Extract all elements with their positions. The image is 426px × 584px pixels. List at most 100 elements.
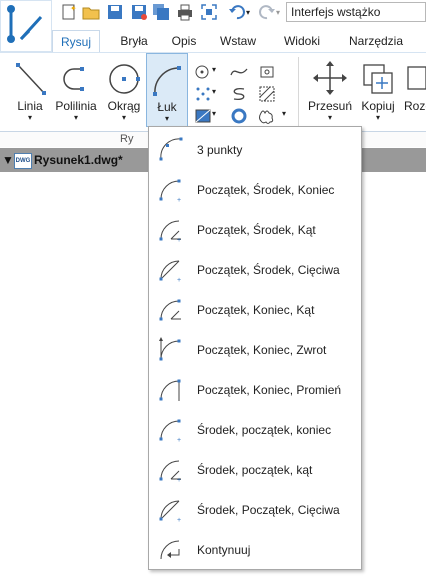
app-logo-icon bbox=[7, 5, 43, 43]
circle-button[interactable]: Okrąg ▾ bbox=[102, 53, 146, 127]
copy-label: Kopiuj bbox=[361, 99, 395, 113]
hatch-icon[interactable] bbox=[258, 85, 276, 103]
menu-item-start-center-angle[interactable]: + Początek, Środek, Kąt bbox=[149, 209, 361, 249]
svg-text:+: + bbox=[177, 477, 181, 483]
arc-center-start-angle-icon: + bbox=[159, 460, 181, 483]
menu-item-start-end-angle[interactable]: Początek, Koniec, Kąt bbox=[149, 289, 361, 329]
menu-item-label: Początek, Środek, Cięciwa bbox=[197, 263, 340, 277]
svg-text:+: + bbox=[177, 237, 181, 243]
menu-item-label: Początek, Koniec, Zwrot bbox=[197, 343, 327, 357]
polyline-label: Polilinia bbox=[55, 99, 97, 113]
menu-item-label: Środek, początek, kąt bbox=[197, 463, 313, 477]
menu-item-label: Środek, Początek, Cięciwa bbox=[197, 503, 340, 517]
copy-button[interactable]: Kopiuj ▾ bbox=[356, 53, 400, 127]
ribbon-group-label: Ry bbox=[120, 133, 134, 145]
helix-icon[interactable] bbox=[230, 85, 248, 103]
line-dropdown-icon: ▾ bbox=[27, 113, 32, 122]
ribbon-panel: Linia ▾ Polilinia ▾ Okrąg ▾ Łuk ▾ ▾ ▾ ▾ … bbox=[0, 53, 426, 131]
menu-item-label: Środek, początek, koniec bbox=[197, 423, 332, 437]
arc-start-end-direction-icon bbox=[159, 337, 181, 361]
gradient-icon[interactable] bbox=[194, 107, 212, 125]
polyline-button[interactable]: Polilinia ▾ bbox=[52, 53, 100, 127]
menu-item-label: Kontynuuj bbox=[197, 543, 251, 557]
move-label: Przesuń bbox=[307, 99, 353, 113]
search-input[interactable]: Interfejs wstążko bbox=[286, 2, 426, 22]
arc-dropdown-icon: ▾ bbox=[164, 114, 169, 123]
arc-button[interactable]: Łuk ▾ bbox=[146, 53, 188, 127]
line-button[interactable]: Linia ▾ bbox=[8, 53, 52, 127]
menu-item-3-points[interactable]: 3 punkty bbox=[149, 129, 361, 169]
polyline-dropdown-icon: ▾ bbox=[73, 113, 78, 122]
svg-text:+: + bbox=[177, 277, 181, 283]
move-button[interactable]: Przesuń ▾ bbox=[306, 53, 354, 127]
gradient-dropdown-icon[interactable]: ▾ bbox=[212, 109, 230, 127]
copy-icon bbox=[363, 64, 393, 94]
arc-continue-icon bbox=[160, 540, 180, 560]
menu-item-start-end-radius[interactable]: Początek, Koniec, Promień bbox=[149, 369, 361, 409]
arc-center-start-chord-icon: + bbox=[159, 500, 181, 523]
donut-icon[interactable] bbox=[230, 107, 248, 125]
doc-list-arrow-icon[interactable]: ▼ bbox=[2, 153, 14, 167]
zoom-extents-icon[interactable] bbox=[200, 3, 218, 21]
spline-icon[interactable] bbox=[230, 63, 248, 81]
redo-icon[interactable] bbox=[258, 3, 276, 21]
divide-dropdown-icon[interactable]: ▾ bbox=[212, 87, 230, 105]
menu-item-center-start-end[interactable]: + Środek, początek, koniec bbox=[149, 409, 361, 449]
arc-3-points-icon bbox=[159, 137, 183, 161]
polyline-icon bbox=[63, 67, 84, 91]
svg-text:+: + bbox=[177, 517, 181, 523]
undo-icon[interactable] bbox=[228, 3, 246, 21]
menu-item-label: Początek, Środek, Koniec bbox=[197, 183, 335, 197]
menu-item-start-end-direction[interactable]: Początek, Koniec, Zwrot bbox=[149, 329, 361, 369]
tab-bryla[interactable]: Bryła bbox=[112, 30, 156, 52]
arc-start-end-radius-icon bbox=[159, 379, 181, 401]
stretch-label: Roze bbox=[404, 99, 426, 113]
divide-icon[interactable] bbox=[194, 85, 212, 103]
menu-item-start-center-end[interactable]: + Początek, Środek, Koniec bbox=[149, 169, 361, 209]
line-label: Linia bbox=[17, 99, 43, 113]
stretch-button[interactable]: Roze bbox=[402, 53, 426, 127]
arc-center-start-end-icon: + bbox=[159, 419, 181, 443]
copy-dropdown-icon: ▾ bbox=[375, 113, 380, 122]
menu-item-label: 3 punkty bbox=[197, 143, 243, 157]
arc-start-center-chord-icon: + bbox=[159, 260, 181, 283]
menu-item-continue[interactable]: Kontynuuj bbox=[149, 529, 361, 569]
tab-rysuj[interactable]: Rysuj bbox=[52, 30, 100, 52]
save-as-icon[interactable] bbox=[130, 3, 148, 21]
svg-text:✦: ✦ bbox=[70, 4, 77, 13]
save-all-icon[interactable] bbox=[152, 3, 170, 21]
svg-text:+: + bbox=[177, 197, 181, 203]
circle-label: Okrąg bbox=[107, 99, 141, 113]
rectangle-icon[interactable] bbox=[258, 63, 276, 81]
tab-narzedzia[interactable]: Narzędzia bbox=[340, 30, 412, 52]
move-dropdown-icon: ▾ bbox=[327, 113, 332, 122]
tab-wstaw[interactable]: Wstaw bbox=[216, 30, 260, 52]
arc-start-center-end-icon: + bbox=[159, 179, 181, 203]
circle-icon bbox=[109, 64, 140, 94]
menu-item-label: Początek, Koniec, Kąt bbox=[197, 303, 315, 317]
tab-opis[interactable]: Opis bbox=[166, 30, 202, 52]
arc-dropdown-menu: 3 punkty + Początek, Środek, Koniec + Po… bbox=[148, 126, 362, 570]
arc-start-end-angle-icon bbox=[159, 299, 181, 321]
svg-text:+: + bbox=[177, 437, 181, 443]
arc-start-center-angle-icon: + bbox=[159, 220, 181, 243]
menu-item-start-center-chord[interactable]: + Początek, Środek, Cięciwa bbox=[149, 249, 361, 289]
line-icon bbox=[16, 63, 46, 95]
circle-dropdown-icon: ▾ bbox=[121, 113, 126, 122]
print-icon[interactable] bbox=[176, 3, 194, 21]
new-file-icon[interactable]: ✦ bbox=[60, 3, 78, 21]
document-tab-name[interactable]: Rysunek1.dwg* bbox=[34, 153, 123, 167]
open-folder-icon[interactable] bbox=[82, 3, 100, 21]
revision-cloud-icon[interactable] bbox=[258, 107, 276, 125]
menu-item-label: Początek, Koniec, Promień bbox=[197, 383, 342, 397]
menu-item-center-start-angle[interactable]: + Środek, początek, kąt bbox=[149, 449, 361, 489]
point-icon[interactable] bbox=[194, 63, 212, 81]
arc-icon bbox=[153, 66, 181, 96]
stretch-icon bbox=[407, 66, 426, 90]
app-logo[interactable] bbox=[0, 0, 52, 52]
point-dropdown-icon[interactable]: ▾ bbox=[212, 65, 230, 83]
save-icon[interactable] bbox=[106, 3, 124, 21]
tab-widoki[interactable]: Widoki bbox=[276, 30, 328, 52]
menu-item-center-start-chord[interactable]: + Środek, Początek, Cięciwa bbox=[149, 489, 361, 529]
move-icon bbox=[313, 61, 347, 95]
